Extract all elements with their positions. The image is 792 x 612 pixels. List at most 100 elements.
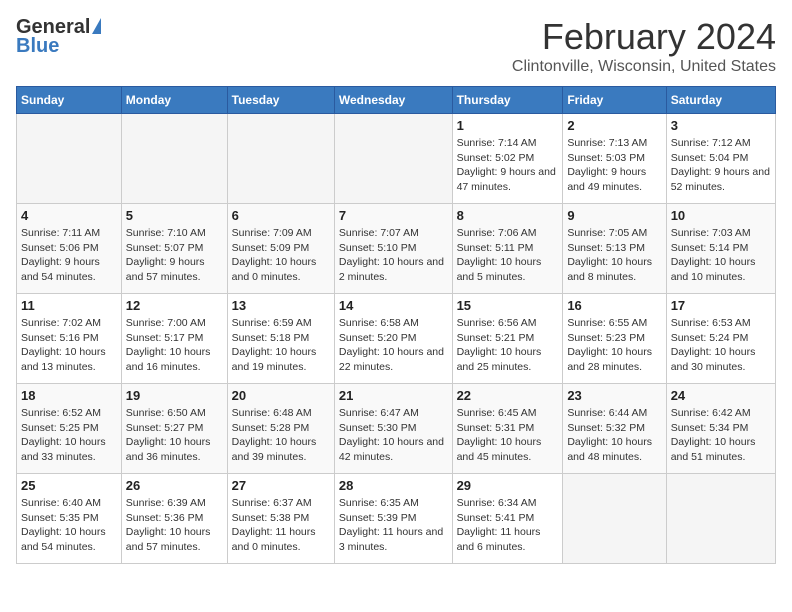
- cell-daylight-info: Sunrise: 6:56 AMSunset: 5:21 PMDaylight:…: [457, 316, 559, 375]
- cell-daylight-info: Sunrise: 7:14 AMSunset: 5:02 PMDaylight:…: [457, 136, 559, 195]
- page-title: February 2024: [512, 16, 776, 58]
- calendar-cell: 1 Sunrise: 7:14 AMSunset: 5:02 PMDaylight…: [452, 114, 563, 204]
- cell-daylight-info: Sunrise: 6:59 AMSunset: 5:18 PMDaylight:…: [232, 316, 330, 375]
- calendar-week-row: 11 Sunrise: 7:02 AMSunset: 5:16 PMDayligh…: [17, 294, 776, 384]
- header-friday: Friday: [563, 87, 666, 114]
- calendar-cell: [334, 114, 452, 204]
- cell-day-number: 5: [126, 208, 223, 223]
- calendar-cell: 7 Sunrise: 7:07 AMSunset: 5:10 PMDaylight…: [334, 204, 452, 294]
- cell-daylight-info: Sunrise: 7:05 AMSunset: 5:13 PMDaylight:…: [567, 226, 661, 285]
- calendar-header-row: SundayMondayTuesdayWednesdayThursdayFrid…: [17, 87, 776, 114]
- calendar-cell: 3 Sunrise: 7:12 AMSunset: 5:04 PMDaylight…: [666, 114, 775, 204]
- calendar-cell: 19 Sunrise: 6:50 AMSunset: 5:27 PMDayligh…: [121, 384, 227, 474]
- cell-day-number: 13: [232, 298, 330, 313]
- calendar-cell: 14 Sunrise: 6:58 AMSunset: 5:20 PMDayligh…: [334, 294, 452, 384]
- calendar-cell: 11 Sunrise: 7:02 AMSunset: 5:16 PMDayligh…: [17, 294, 122, 384]
- cell-daylight-info: Sunrise: 6:50 AMSunset: 5:27 PMDaylight:…: [126, 406, 223, 465]
- calendar-cell: 25 Sunrise: 6:40 AMSunset: 5:35 PMDayligh…: [17, 474, 122, 564]
- calendar-cell: [121, 114, 227, 204]
- cell-day-number: 18: [21, 388, 117, 403]
- calendar-cell: [666, 474, 775, 564]
- page-subtitle: Clintonville, Wisconsin, United States: [512, 58, 776, 76]
- calendar-cell: 23 Sunrise: 6:44 AMSunset: 5:32 PMDayligh…: [563, 384, 666, 474]
- calendar-week-row: 4Sunrise: 7:11 AMSunset: 5:06 PMDaylight…: [17, 204, 776, 294]
- cell-day-number: 3: [671, 118, 771, 133]
- cell-day-number: 6: [232, 208, 330, 223]
- calendar-cell: 22Sunrise: 6:45 AMSunset: 5:31 PMDayligh…: [452, 384, 563, 474]
- calendar-week-row: 1 Sunrise: 7:14 AMSunset: 5:02 PMDaylight…: [17, 114, 776, 204]
- calendar-cell: 29 Sunrise: 6:34 AMSunset: 5:41 PMDayligh…: [452, 474, 563, 564]
- cell-daylight-info: Sunrise: 6:34 AMSunset: 5:41 PMDaylight:…: [457, 496, 559, 555]
- header-sunday: Sunday: [17, 87, 122, 114]
- cell-daylight-info: Sunrise: 6:37 AMSunset: 5:38 PMDaylight:…: [232, 496, 330, 555]
- calendar-cell: 20 Sunrise: 6:48 AMSunset: 5:28 PMDayligh…: [227, 384, 334, 474]
- calendar-cell: [17, 114, 122, 204]
- calendar-cell: 24 Sunrise: 6:42 AMSunset: 5:34 PMDayligh…: [666, 384, 775, 474]
- cell-daylight-info: Sunrise: 6:35 AMSunset: 5:39 PMDaylight:…: [339, 496, 448, 555]
- cell-daylight-info: Sunrise: 6:52 AMSunset: 5:25 PMDaylight:…: [21, 406, 117, 465]
- calendar-week-row: 25 Sunrise: 6:40 AMSunset: 5:35 PMDayligh…: [17, 474, 776, 564]
- cell-daylight-info: Sunrise: 7:13 AMSunset: 5:03 PMDaylight:…: [567, 136, 661, 195]
- cell-day-number: 9: [567, 208, 661, 223]
- cell-day-number: 4: [21, 208, 117, 223]
- calendar-cell: [563, 474, 666, 564]
- cell-daylight-info: Sunrise: 6:48 AMSunset: 5:28 PMDaylight:…: [232, 406, 330, 465]
- logo-blue-text: Blue: [16, 35, 59, 58]
- cell-daylight-info: Sunrise: 7:03 AMSunset: 5:14 PMDaylight:…: [671, 226, 771, 285]
- header-thursday: Thursday: [452, 87, 563, 114]
- cell-day-number: 26: [126, 478, 223, 493]
- calendar-cell: 12 Sunrise: 7:00 AMSunset: 5:17 PMDayligh…: [121, 294, 227, 384]
- calendar-cell: 6 Sunrise: 7:09 AMSunset: 5:09 PMDaylight…: [227, 204, 334, 294]
- cell-daylight-info: Sunrise: 7:02 AMSunset: 5:16 PMDaylight:…: [21, 316, 117, 375]
- cell-day-number: 2: [567, 118, 661, 133]
- cell-day-number: 23: [567, 388, 661, 403]
- cell-daylight-info: Sunrise: 6:44 AMSunset: 5:32 PMDaylight:…: [567, 406, 661, 465]
- cell-daylight-info: Sunrise: 7:06 AMSunset: 5:11 PMDaylight:…: [457, 226, 559, 285]
- cell-daylight-info: Sunrise: 6:40 AMSunset: 5:35 PMDaylight:…: [21, 496, 117, 555]
- calendar-cell: 8 Sunrise: 7:06 AMSunset: 5:11 PMDaylight…: [452, 204, 563, 294]
- cell-day-number: 7: [339, 208, 448, 223]
- cell-day-number: 19: [126, 388, 223, 403]
- cell-day-number: 8: [457, 208, 559, 223]
- cell-daylight-info: Sunrise: 6:53 AMSunset: 5:24 PMDaylight:…: [671, 316, 771, 375]
- calendar-cell: 21 Sunrise: 6:47 AMSunset: 5:30 PMDayligh…: [334, 384, 452, 474]
- cell-day-number: 27: [232, 478, 330, 493]
- cell-day-number: 15: [457, 298, 559, 313]
- calendar-cell: 2 Sunrise: 7:13 AMSunset: 5:03 PMDaylight…: [563, 114, 666, 204]
- cell-day-number: 11: [21, 298, 117, 313]
- cell-daylight-info: Sunrise: 6:47 AMSunset: 5:30 PMDaylight:…: [339, 406, 448, 465]
- cell-day-number: 24: [671, 388, 771, 403]
- cell-day-number: 14: [339, 298, 448, 313]
- cell-daylight-info: Sunrise: 6:55 AMSunset: 5:23 PMDaylight:…: [567, 316, 661, 375]
- calendar-cell: 18 Sunrise: 6:52 AMSunset: 5:25 PMDayligh…: [17, 384, 122, 474]
- cell-daylight-info: Sunrise: 7:00 AMSunset: 5:17 PMDaylight:…: [126, 316, 223, 375]
- cell-daylight-info: Sunrise: 6:42 AMSunset: 5:34 PMDaylight:…: [671, 406, 771, 465]
- cell-daylight-info: Sunrise: 7:07 AMSunset: 5:10 PMDaylight:…: [339, 226, 448, 285]
- cell-day-number: 25: [21, 478, 117, 493]
- cell-daylight-info: Sunrise: 6:45 AMSunset: 5:31 PMDaylight:…: [457, 406, 559, 465]
- cell-day-number: 17: [671, 298, 771, 313]
- cell-day-number: 20: [232, 388, 330, 403]
- cell-daylight-info: Sunrise: 7:09 AMSunset: 5:09 PMDaylight:…: [232, 226, 330, 285]
- page-header: General Blue February 2024 Clintonville,…: [16, 16, 776, 76]
- cell-day-number: 29: [457, 478, 559, 493]
- calendar-cell: 26 Sunrise: 6:39 AMSunset: 5:36 PMDayligh…: [121, 474, 227, 564]
- cell-day-number: 21: [339, 388, 448, 403]
- logo: General Blue: [16, 16, 101, 58]
- cell-day-number: 12: [126, 298, 223, 313]
- cell-day-number: 10: [671, 208, 771, 223]
- cell-daylight-info: Sunrise: 6:58 AMSunset: 5:20 PMDaylight:…: [339, 316, 448, 375]
- calendar-cell: 15 Sunrise: 6:56 AMSunset: 5:21 PMDayligh…: [452, 294, 563, 384]
- cell-day-number: 16: [567, 298, 661, 313]
- calendar-cell: [227, 114, 334, 204]
- header-tuesday: Tuesday: [227, 87, 334, 114]
- calendar-cell: 17 Sunrise: 6:53 AMSunset: 5:24 PMDayligh…: [666, 294, 775, 384]
- calendar-week-row: 18 Sunrise: 6:52 AMSunset: 5:25 PMDayligh…: [17, 384, 776, 474]
- header-monday: Monday: [121, 87, 227, 114]
- calendar-cell: 28 Sunrise: 6:35 AMSunset: 5:39 PMDayligh…: [334, 474, 452, 564]
- cell-daylight-info: Sunrise: 6:39 AMSunset: 5:36 PMDaylight:…: [126, 496, 223, 555]
- title-section: February 2024 Clintonville, Wisconsin, U…: [512, 16, 776, 76]
- cell-daylight-info: Sunrise: 7:12 AMSunset: 5:04 PMDaylight:…: [671, 136, 771, 195]
- cell-day-number: 28: [339, 478, 448, 493]
- cell-day-number: 1: [457, 118, 559, 133]
